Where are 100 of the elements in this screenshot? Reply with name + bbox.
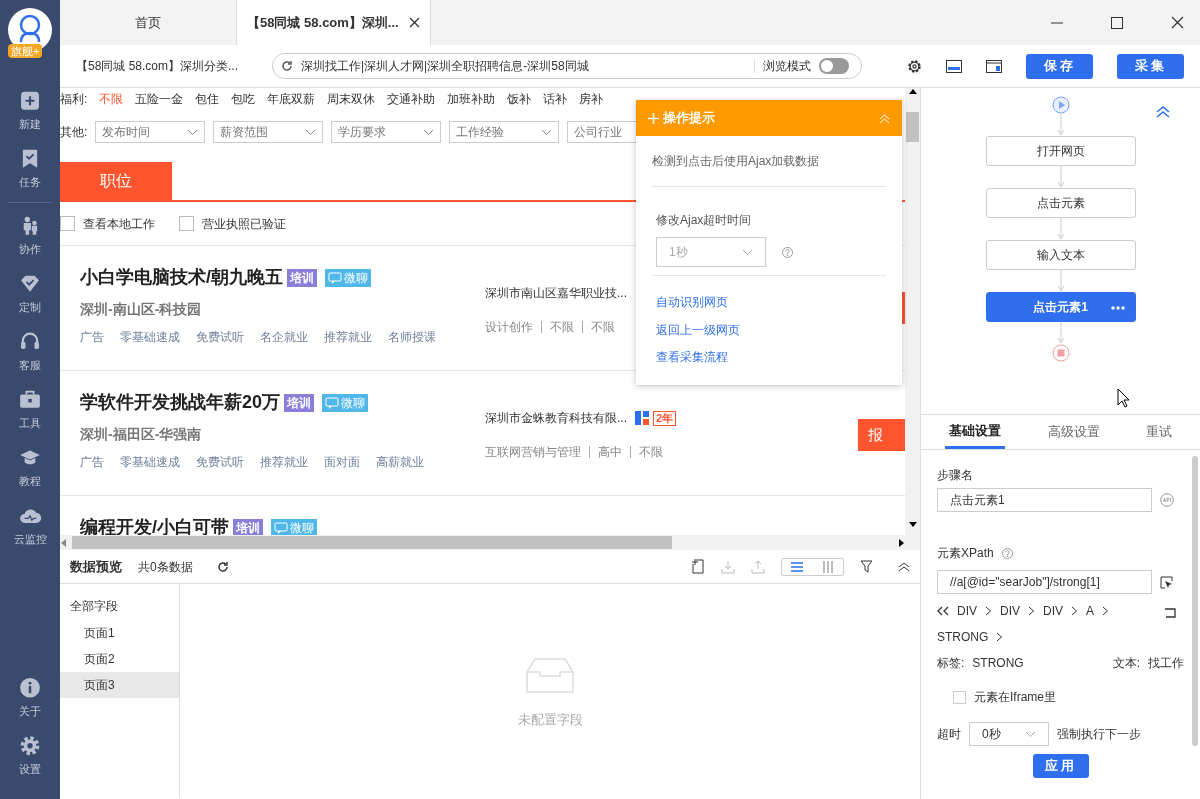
filter-option[interactable]: 加班补助 [447,90,496,108]
sidebar-label: 关于 [19,703,41,719]
filter-dropdown[interactable]: 学历要求 [331,121,442,143]
flow-step[interactable]: 打开网页 [985,136,1136,166]
collapse-icon[interactable] [1156,106,1170,118]
panel-bottom-icon[interactable] [946,59,962,73]
refresh-icon[interactable] [216,561,229,574]
tree-item[interactable]: 全部字段 [60,592,179,620]
filter-option[interactable]: 包住 [195,90,220,108]
filter-dropdown[interactable]: 工作经验 [449,121,560,143]
checkbox[interactable] [60,216,75,231]
popup-link[interactable]: 自动识别网页 [656,295,728,309]
sidebar-label: 云监控 [13,531,47,547]
path-node[interactable]: A [1086,602,1095,620]
popup-link[interactable]: 查看采集流程 [656,350,728,364]
toolbar-button[interactable]: 保存 [1026,53,1093,79]
tree-item[interactable]: 页面1 [60,620,179,646]
browser-tab[interactable]: 【58同城 58.com】深圳... [236,0,431,45]
browser-tab[interactable]: 首页 [60,0,236,45]
filter-dropdown[interactable]: 薪资范围 [213,121,324,143]
perk-tag: 免费试听 [196,453,244,471]
settings-tab[interactable]: 基础设置 [945,415,1005,449]
path-node[interactable]: DIV [1043,602,1064,620]
flow-step[interactable]: 输入文本 [985,240,1136,270]
perk-tag: 零基础速成 [120,328,180,346]
arrow [1056,114,1065,136]
plus-icon[interactable] [18,90,42,112]
filter-dropdown[interactable]: 发布时间 [95,121,206,143]
path-node[interactable]: DIV [957,602,977,620]
job-title[interactable]: 编程开发/小白可带 [80,514,229,535]
back-icon[interactable] [937,606,949,616]
close-icon[interactable] [408,17,420,28]
toolbar-button[interactable]: 采集 [1117,53,1184,79]
help-icon[interactable] [782,246,793,258]
chevron-icon [1102,606,1110,616]
maximize-icon[interactable] [1111,16,1123,29]
checkbox[interactable] [179,216,194,231]
close-icon[interactable] [1171,16,1184,29]
filter-option[interactable]: 饭补 [507,90,532,108]
chat-icon [325,396,340,409]
tree-item[interactable]: 页面2 [60,646,179,672]
scrollbar-thumb[interactable] [72,536,672,549]
flow-step[interactable]: 点击元素1 [985,292,1136,322]
company-name[interactable]: 深圳市金蛛教育科技有限... [485,409,627,427]
tree-item[interactable]: 页面3 [60,672,179,698]
field-label: 标签: [937,655,965,672]
perk-tag: 高薪就业 [376,453,424,471]
settings-tab[interactable]: 高级设置 [1043,415,1104,449]
timeout-select[interactable]: 0秒 [969,722,1049,746]
edition-badge: 旗舰+ [8,44,43,58]
refresh-icon[interactable] [281,60,293,72]
scrollbar-thumb[interactable] [906,112,919,142]
filter-option[interactable]: 年底双薪 [267,90,316,108]
filter-option[interactable]: 房补 [579,90,604,108]
field-label: 强制执行下一步 [1057,726,1141,743]
job-detail: 不限 [639,444,663,461]
chat-icon [274,521,288,534]
filter-option[interactable]: 周末双休 [327,90,376,108]
field-value: STRONG [972,655,1024,672]
undo-icon[interactable] [1164,607,1176,618]
toolbox-icon[interactable] [18,389,42,411]
path-node[interactable]: DIV [1000,602,1021,620]
job-title[interactable]: 小白学电脑技术/朝九晚五 [80,264,283,291]
help-icon[interactable] [1001,547,1013,559]
path-node[interactable]: STRONG [937,628,989,646]
input-field[interactable]: 点击元素1 [937,488,1152,512]
sidebar-label: 任务 [19,174,41,190]
caret-icon [305,128,317,136]
checkbox[interactable] [953,690,966,704]
panel-right-icon[interactable] [986,59,1002,73]
settings-icon[interactable] [907,58,922,74]
job-location: 深圳-福田区-华强南 [80,425,203,444]
field-label: 文本: [1112,655,1140,672]
scrollbar-thumb[interactable] [1192,456,1198,746]
start-icon[interactable] [1051,96,1070,114]
company-name[interactable]: 深圳市南山区嘉华职业技... [485,284,627,302]
add-page-icon[interactable] [691,559,705,574]
list-icon[interactable] [790,559,805,574]
collapse-icon[interactable] [898,562,910,573]
more-icon[interactable] [1110,306,1125,310]
filter-option[interactable]: 包吃 [231,90,256,108]
settings-tab[interactable]: 重试 [1142,415,1176,449]
input-field[interactable]: //a[@id="searJob"]/strong[1] [937,570,1152,594]
toggle-switch[interactable] [819,58,849,74]
job-title[interactable]: 学软件开发挑战年薪20万 [80,389,281,416]
filter-option[interactable]: 话补 [543,90,568,108]
select-element-icon[interactable] [1160,575,1173,589]
training-tag: 培训 [287,268,317,287]
filter-option[interactable]: 交通补助 [387,90,436,108]
field-label: 步骤名 [937,467,974,484]
popup-link[interactable]: 返回上一级网页 [656,322,740,337]
apply-button[interactable]: 应用 [1032,754,1089,778]
info-icon[interactable] [18,677,42,699]
filter-option[interactable]: 五险一金 [135,90,184,108]
plus-icon [648,112,659,124]
scroll-down-icon[interactable] [908,520,917,528]
filter-icon[interactable] [860,559,874,574]
scroll-up-icon[interactable] [908,88,917,96]
training-tag: 培训 [284,393,315,412]
flow-step[interactable]: 点击元素 [985,188,1136,218]
